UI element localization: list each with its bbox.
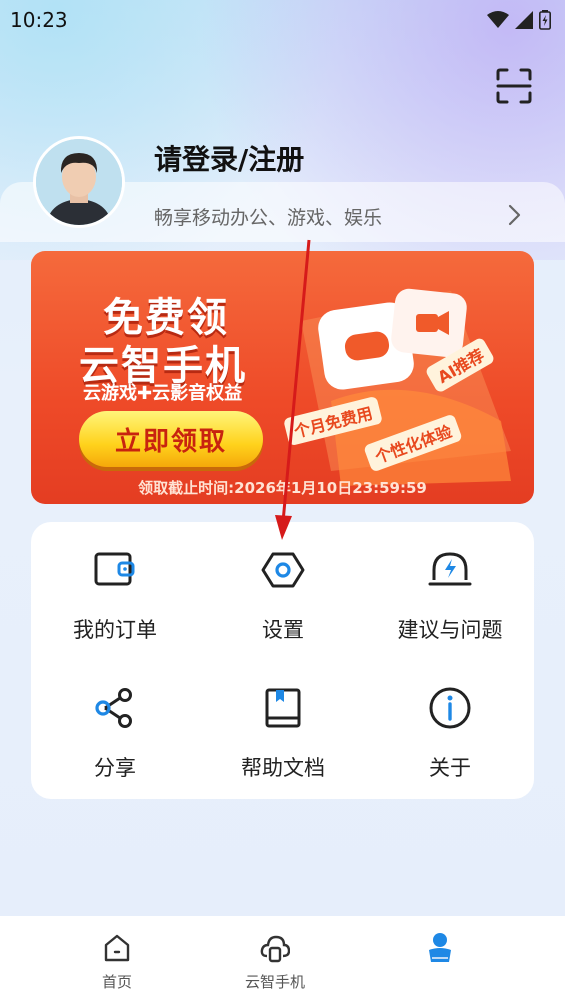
login-subtitle: 畅享移动办公、游戏、娱乐 (154, 207, 383, 229)
menu-label: 关于 (429, 756, 471, 780)
login-title[interactable]: 请登录/注册 (154, 138, 304, 178)
menu-item-feedback[interactable]: 建议与问题 (366, 522, 534, 642)
wifi-icon (487, 11, 509, 28)
menu-item-help[interactable]: 帮助文档 (199, 660, 367, 780)
menu-item-orders[interactable]: 我的订单 (31, 522, 199, 642)
settings-hex-icon (261, 552, 305, 588)
info-icon (429, 687, 471, 729)
tab-home[interactable]: 首页 (37, 916, 197, 1004)
cell-signal-icon (515, 11, 533, 29)
chevron-right-icon[interactable] (504, 203, 524, 227)
menu-item-about[interactable]: 关于 (366, 660, 534, 780)
avatar[interactable] (33, 136, 125, 228)
battery-icon (539, 10, 551, 30)
status-bar: 10:23 (0, 0, 565, 40)
cloud-phone-icon (260, 935, 290, 963)
status-time: 10:23 (10, 8, 68, 32)
menu-label: 我的订单 (73, 618, 157, 642)
share-icon (95, 688, 132, 728)
avatar-image (36, 139, 122, 225)
scan-icon[interactable] (496, 68, 532, 104)
bottom-tab-bar: 首页 云智手机 (0, 916, 565, 1004)
menu-item-share[interactable]: 分享 (31, 660, 199, 780)
menu-label: 分享 (94, 756, 136, 780)
promo-banner[interactable]: 免费领 云智手机 云游戏✚云影音权益 立即领取 个月免费用 AI推荐 个性化体验… (31, 251, 534, 504)
home-icon (104, 934, 130, 962)
claim-button[interactable]: 立即领取 (79, 411, 263, 467)
profile-icon (429, 933, 451, 962)
tab-label: 首页 (101, 973, 132, 991)
feedback-bell-icon (428, 552, 472, 586)
tab-label: 云智手机 (244, 973, 305, 991)
wallet-icon (94, 552, 135, 586)
status-icons (487, 10, 551, 30)
menu-label: 建议与问题 (397, 618, 503, 642)
tab-cloud-phone[interactable]: 云智手机 (195, 916, 355, 1004)
menu-label: 帮助文档 (241, 756, 325, 780)
banner-benefits: 云游戏✚云影音权益 (83, 383, 243, 404)
menu-item-settings[interactable]: 设置 (199, 522, 367, 642)
banner-deadline: 领取截止时间:2026年1月10日23:59:59 (138, 479, 427, 497)
tab-profile[interactable] (360, 916, 520, 1004)
menu-card: 我的订单 设置 建议与问题 分享 帮助文档 关于 (31, 522, 534, 799)
menu-label: 设置 (262, 618, 304, 642)
book-icon (265, 688, 301, 728)
